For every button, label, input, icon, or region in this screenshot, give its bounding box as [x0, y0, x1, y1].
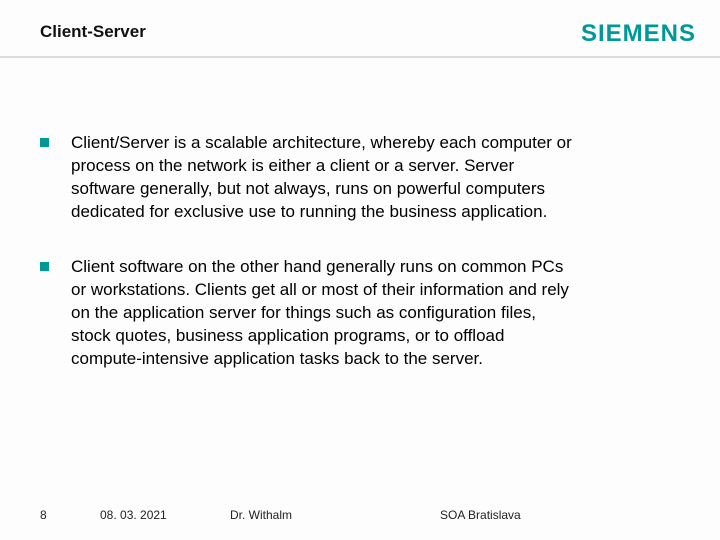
footer-event: SOA Bratislava — [440, 508, 521, 522]
slide-header: Client-Server SIEMENS — [0, 0, 720, 64]
header-divider — [0, 56, 720, 58]
square-bullet-icon — [40, 138, 49, 147]
slide-footer: 8 08. 03. 2021 Dr. Withalm SOA Bratislav… — [0, 498, 720, 522]
slide-title: Client-Server — [40, 22, 146, 42]
siemens-logo: SIEMENS — [581, 20, 696, 48]
footer-author: Dr. Withalm — [230, 508, 292, 522]
bullet-text: Client software on the other hand genera… — [71, 256, 580, 371]
square-bullet-icon — [40, 262, 49, 271]
slide-body: Client/Server is a scalable architecture… — [40, 132, 580, 402]
bullet-text: Client/Server is a scalable architecture… — [71, 132, 580, 224]
footer-date: 08. 03. 2021 — [100, 508, 167, 522]
page-number: 8 — [40, 508, 47, 522]
bullet-item: Client/Server is a scalable architecture… — [40, 132, 580, 224]
bullet-item: Client software on the other hand genera… — [40, 256, 580, 371]
